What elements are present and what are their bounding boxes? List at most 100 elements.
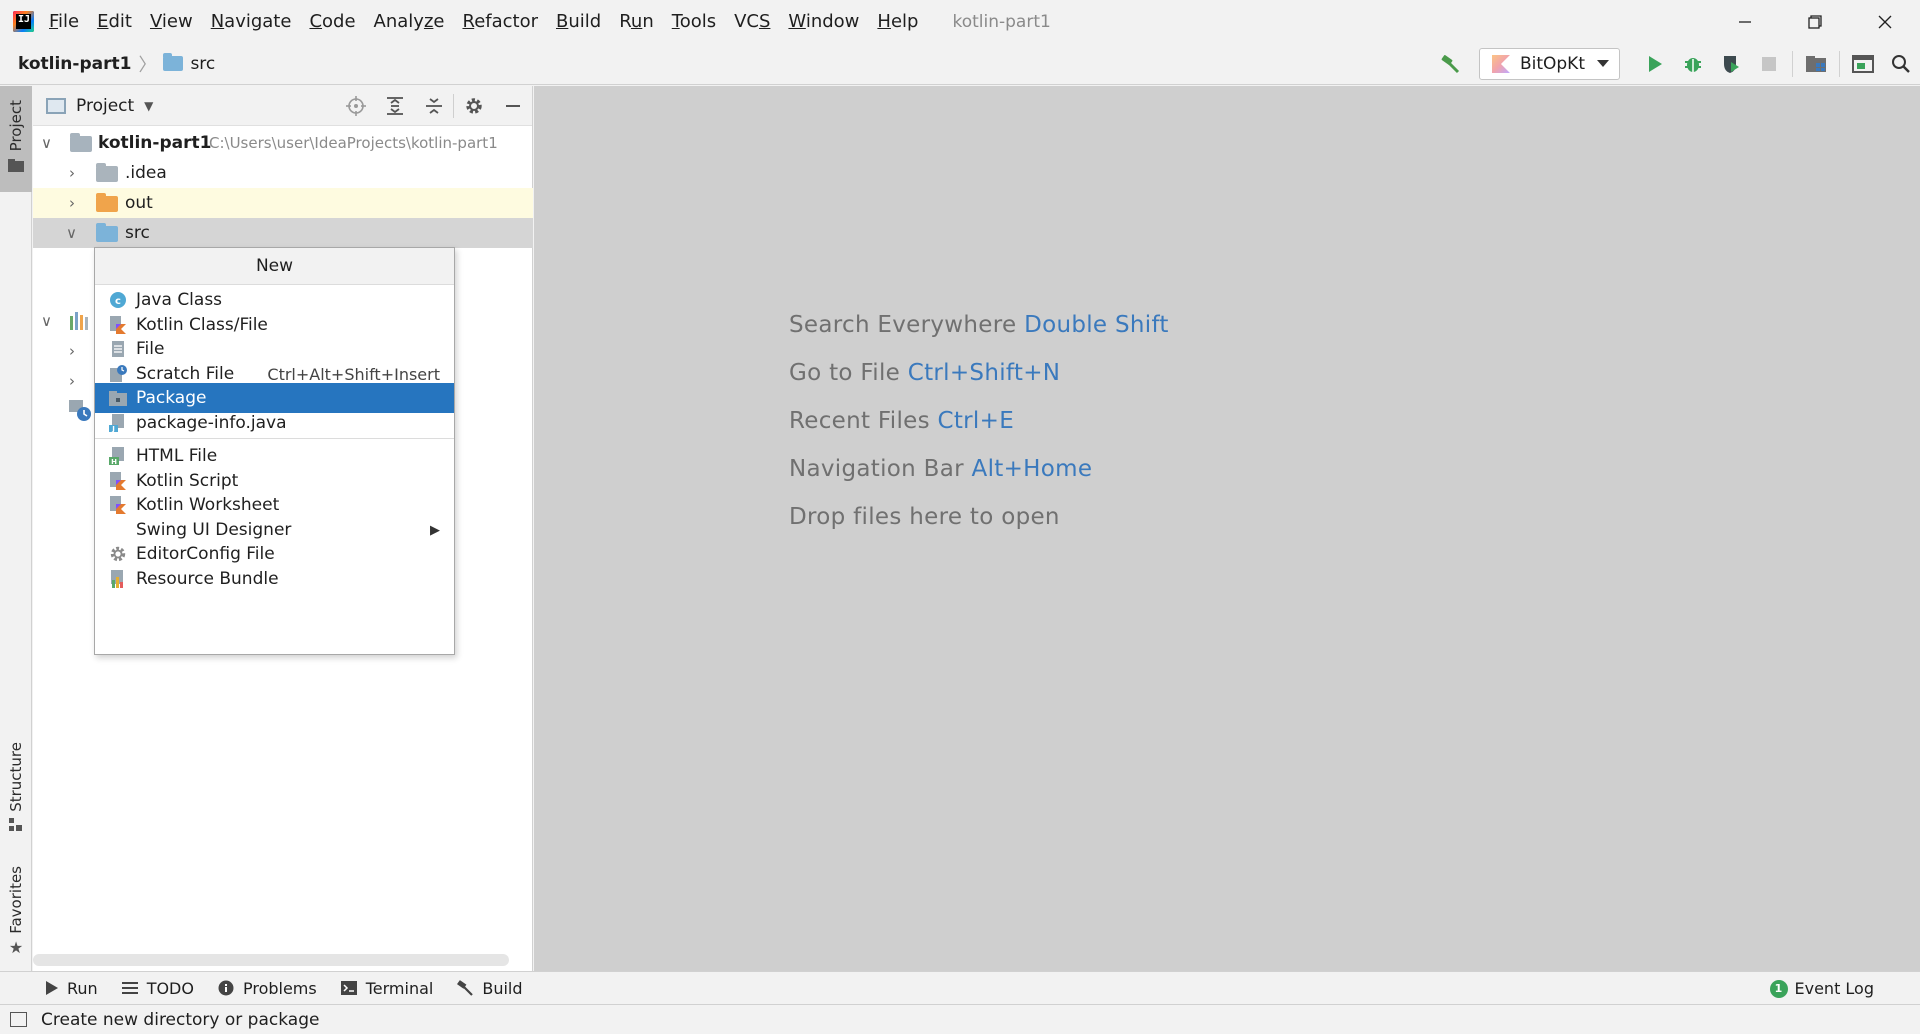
svg-text:c: c [115, 296, 121, 307]
tab-event-log[interactable]: 1 Event Log [1769, 972, 1875, 1005]
tab-favorites[interactable]: Favorites ★ [0, 858, 32, 958]
tab-project[interactable]: Project [0, 86, 32, 192]
navigation-bar: kotlin-part1 〉 src BitOpKt [0, 43, 1920, 85]
chevron-down-icon [1597, 60, 1609, 67]
menu-item[interactable]: Navigate [211, 11, 292, 32]
chevron-right-icon[interactable]: › [69, 342, 75, 360]
tab-favorites-label: Favorites [7, 866, 25, 934]
scratches-icon [69, 400, 91, 421]
breadcrumb-project[interactable]: kotlin-part1 [18, 54, 131, 74]
breadcrumb-separator-icon: 〉 [138, 54, 157, 76]
search-icon[interactable] [1882, 49, 1920, 79]
tab-terminal[interactable]: Terminal [340, 978, 434, 998]
tree-item-label: src [125, 223, 150, 243]
kotlin-icon [1491, 55, 1510, 73]
intellij-logo-icon: IJ [13, 11, 34, 32]
menu-item[interactable]: Run [619, 11, 654, 32]
project-structure-icon[interactable] [1797, 49, 1835, 79]
project-view-select[interactable]: Project [76, 96, 134, 116]
build-hammer-icon[interactable] [1431, 49, 1469, 79]
run-icon[interactable] [1636, 49, 1674, 79]
hint-shortcut: Ctrl+E [937, 408, 1015, 434]
tree-row-root[interactable]: ∨ kotlin-part1 C:\Users\user\IdeaProject… [33, 128, 533, 158]
window-controls [1710, 0, 1920, 43]
module-folder-icon [70, 133, 92, 152]
toolbar-separator [1792, 51, 1793, 77]
chevron-down-icon[interactable]: ∨ [41, 134, 52, 152]
toggle-tool-windows-icon[interactable] [10, 1012, 27, 1027]
tab-event-log-label: Event Log [1794, 979, 1875, 998]
event-count-badge: 1 [1769, 979, 1788, 998]
tab-run[interactable]: Run [46, 979, 98, 998]
locate-icon[interactable] [336, 86, 375, 126]
menu-item[interactable]: File [49, 11, 79, 32]
tab-build[interactable]: Build [457, 978, 523, 998]
menu-item[interactable]: Refactor [462, 11, 538, 32]
menu-item[interactable]: Code [309, 11, 355, 32]
collapse-all-icon[interactable] [414, 86, 453, 126]
tab-todo[interactable]: TODO [121, 979, 194, 998]
chevron-down-icon[interactable]: ∨ [66, 224, 77, 242]
tree-row-out[interactable]: › out [33, 188, 533, 218]
hint-text: Drop files here to open [789, 504, 1060, 530]
tab-terminal-label: Terminal [365, 978, 434, 998]
menu-item-resource-bundle[interactable]: Resource Bundle [95, 564, 454, 594]
breadcrumb-src[interactable]: src [190, 54, 215, 74]
tree-row-idea[interactable]: › .idea [33, 158, 533, 188]
resource-bundle-icon [109, 570, 127, 588]
close-button[interactable] [1850, 0, 1920, 43]
tree-root-name: kotlin-part1 [98, 133, 212, 153]
file-icon [109, 340, 127, 358]
menu-item[interactable]: VCS [734, 11, 770, 32]
menu-item-shortcut: Ctrl+Alt+Shift+Insert [267, 364, 440, 384]
code-with-me-icon[interactable] [1844, 49, 1882, 79]
menu-item[interactable]: Help [877, 11, 918, 32]
gear-icon[interactable] [454, 86, 493, 126]
editor-hint: Drop files here to open [789, 504, 1060, 530]
tab-problems-label: Problems [242, 978, 317, 998]
chevron-right-icon[interactable]: › [69, 164, 75, 182]
chevron-right-icon[interactable]: › [69, 194, 75, 212]
hint-text: Go to File [789, 360, 901, 386]
menu-item-label: File [136, 339, 165, 359]
tab-structure[interactable]: Structure [0, 734, 32, 834]
debug-icon[interactable] [1674, 49, 1712, 79]
menu-item-label: HTML File [136, 446, 218, 466]
editor-hint: Navigation Bar Alt+Home [789, 456, 1092, 482]
status-message: Create new directory or package [41, 1009, 320, 1030]
menu-item-package-info-java[interactable]: Jpackage-info.java [95, 408, 454, 438]
expand-all-icon[interactable] [375, 86, 414, 126]
main-menu: File Edit View Navigate Code Analyze Refactor B… [49, 11, 936, 32]
kotlin-script-icon [109, 472, 127, 490]
hint-shortcut: Ctrl+Shift+N [907, 360, 1061, 386]
java-file-icon: J [109, 414, 127, 432]
chevron-down-icon[interactable]: ▼ [144, 99, 153, 113]
menu-item[interactable]: View [150, 11, 193, 32]
play-icon [46, 981, 58, 995]
run-with-coverage-icon[interactable] [1712, 49, 1750, 79]
tree-row-src[interactable]: ∨ src [33, 218, 533, 248]
hide-panel-icon[interactable] [493, 86, 532, 126]
menu-item[interactable]: Window [788, 11, 859, 32]
library-icon [70, 312, 88, 330]
menu-item[interactable]: Edit [97, 11, 132, 32]
tab-problems[interactable]: Problems [218, 979, 317, 998]
bottom-tool-bar: Run TODO Problems Terminal Build 1 Event… [0, 971, 1920, 1004]
chevron-down-icon[interactable]: ∨ [41, 312, 52, 330]
tree-root-path: C:\Users\user\IdeaProjects\kotlin-part1 [209, 134, 498, 152]
minimize-button[interactable] [1710, 0, 1780, 43]
tab-build-label: Build [482, 978, 523, 998]
restore-button[interactable] [1780, 0, 1850, 43]
chevron-right-icon[interactable]: › [69, 372, 75, 390]
folder-icon [8, 159, 24, 173]
stop-icon[interactable] [1750, 49, 1788, 79]
svg-text:H: H [111, 458, 117, 465]
horizontal-scrollbar[interactable] [33, 954, 509, 966]
package-icon [109, 389, 127, 407]
run-configuration-select[interactable]: BitOpKt [1478, 48, 1620, 80]
menu-item[interactable]: Tools [672, 11, 716, 32]
menu-item-label: package-info.java [136, 413, 287, 433]
main-toolbar: BitOpKt [1431, 43, 1920, 85]
menu-item[interactable]: Analyze [374, 11, 445, 32]
menu-item[interactable]: Build [556, 11, 601, 32]
